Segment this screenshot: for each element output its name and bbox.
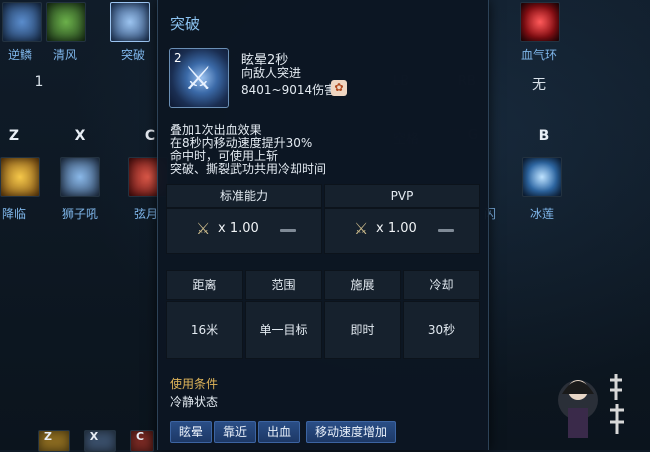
tooltip-line-3: 8401~9014伤害 xyxy=(241,83,337,97)
bottom-hotkey-x: X xyxy=(89,430,99,443)
ability-header: 标准能力 xyxy=(166,184,322,208)
skill-tooltip: 突破 2 ⚔ 眩晕2秒 向敌人突进 8401~9014伤害 ✿ 叠加1次出血效果… xyxy=(157,0,489,450)
pvp-header: PVP xyxy=(324,184,480,208)
stat-header-cast: 施展 xyxy=(324,270,401,300)
skill-count-right: 无 xyxy=(532,77,546,93)
tooltip-desc-4: 突破、撕裂武功共用冷却时间 xyxy=(170,162,327,176)
skill-label-tupo: 突破 xyxy=(120,48,145,62)
tooltip-title: 突破 xyxy=(170,15,201,33)
stat-value-cooldown: 30秒 xyxy=(403,301,480,359)
tag-stun: 眩晕 xyxy=(170,421,212,443)
ability-multiplier: x 1.00 xyxy=(218,221,259,236)
skill-icon-nilin[interactable] xyxy=(2,2,42,42)
crossed-swords-icon: ⚔ xyxy=(196,219,211,238)
skill-icon-jianglin[interactable] xyxy=(0,157,40,197)
condition-text: 冷静状态 xyxy=(170,395,219,409)
stat-value-cast: 即时 xyxy=(324,301,401,359)
paw-icon: ✿ xyxy=(331,80,347,96)
skill-label-jianglin: 降临 xyxy=(1,207,26,221)
watermark-logo-icon xyxy=(558,374,624,438)
stat-header-cooldown: 冷却 xyxy=(403,270,480,300)
tag-move-speed: 移动速度增加 xyxy=(306,421,396,443)
stat-value-range: 单一目标 xyxy=(245,301,322,359)
pvp-dash-icon xyxy=(438,229,454,232)
pvp-multiplier: x 1.00 xyxy=(376,221,417,236)
condition-title: 使用条件 xyxy=(170,377,219,391)
pvp-swords-icon: ⚔ xyxy=(354,219,369,238)
bottom-hotkey-c: C xyxy=(135,430,145,443)
bottom-hotkey-z: Z xyxy=(44,430,52,443)
skill-icon-qingfeng[interactable] xyxy=(46,2,86,42)
skill-icon-xueqihuan[interactable] xyxy=(520,2,560,42)
hotkey-x: X xyxy=(74,128,86,144)
stat-header-range: 范围 xyxy=(245,270,322,300)
stat-value-distance: 16米 xyxy=(166,301,243,359)
skill-icon-tupo[interactable] xyxy=(110,2,150,42)
tag-bleed: 出血 xyxy=(258,421,300,443)
skill-label-qingfeng: 清风 xyxy=(52,48,77,62)
skill-label-shizihou: 狮子吼 xyxy=(61,207,98,221)
ability-dash-icon xyxy=(280,229,296,232)
hotkey-b: B xyxy=(538,128,550,144)
tooltip-line-2: 向敌人突进 xyxy=(241,66,302,80)
skill-label-xueqihuan: 血气环 xyxy=(520,48,557,62)
hotkey-z: Z xyxy=(8,128,20,144)
stat-header-distance: 距离 xyxy=(166,270,243,300)
skill-level: 2 xyxy=(174,51,182,65)
skill-count-left: 1 xyxy=(34,74,44,90)
sword-figure-icon: ⚔ xyxy=(184,59,213,97)
skill-label-binglian: 冰莲 xyxy=(529,207,554,221)
tag-approach: 靠近 xyxy=(214,421,256,443)
skill-icon-shizihou[interactable] xyxy=(60,157,100,197)
skill-icon-binglian[interactable] xyxy=(522,157,562,197)
tooltip-skill-icon: 2 ⚔ xyxy=(169,48,229,108)
